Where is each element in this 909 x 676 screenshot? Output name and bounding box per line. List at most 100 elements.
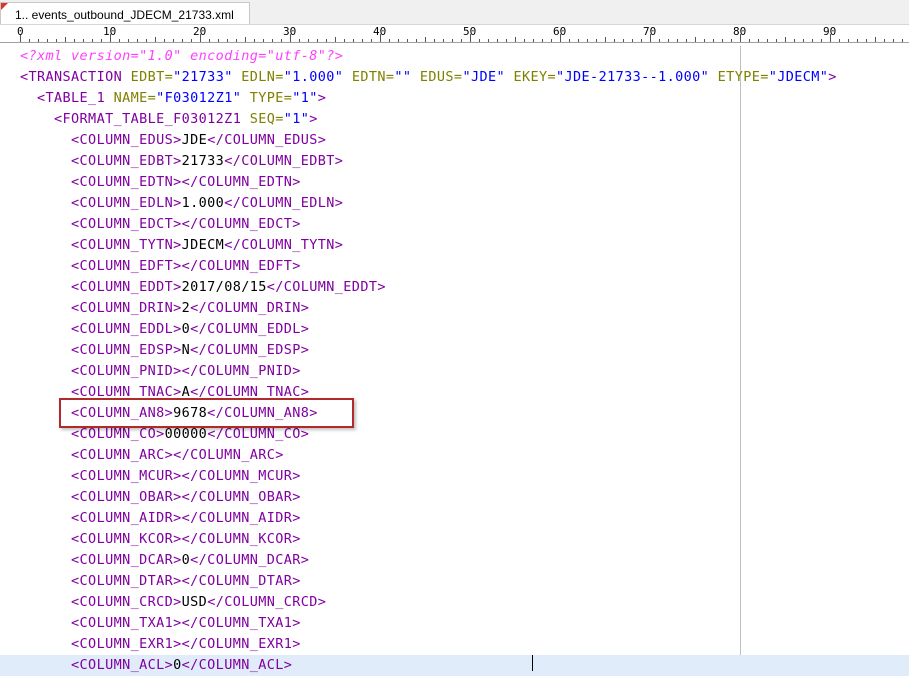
- code-line[interactable]: <COLUMN_CRCD>USD</COLUMN_CRCD>: [0, 592, 909, 613]
- ruler-label: 90: [823, 25, 837, 38]
- code-line[interactable]: <COLUMN_ARC></COLUMN_ARC>: [0, 445, 909, 466]
- column-ruler: 0 10 20 30 40 50 60 70 80 90: [0, 25, 909, 43]
- ruler-tick: [236, 39, 237, 42]
- ruler-tick: [569, 39, 570, 42]
- ruler-tick: [506, 39, 507, 42]
- code-line-text: <COLUMN_EDUS>JDE</COLUMN_EDUS>: [20, 130, 326, 151]
- ruler-tick: [218, 39, 219, 42]
- code-line-text: <COLUMN_EDBT>21733</COLUMN_EDBT>: [20, 151, 343, 172]
- code-line-text: <COLUMN_EDCT></COLUMN_EDCT>: [20, 214, 301, 235]
- ruler-tick: [677, 39, 678, 42]
- token-text: JDECM: [181, 237, 225, 253]
- ruler-tick: [749, 39, 750, 42]
- code-line[interactable]: <COLUMN_EDCT></COLUMN_EDCT>: [0, 214, 909, 235]
- code-line[interactable]: <COLUMN_EDSP>N</COLUMN_EDSP>: [0, 340, 909, 361]
- ruler-tick: [56, 39, 57, 42]
- token-tag: </COLUMN_EDDT>: [266, 279, 386, 295]
- ruler-tick: [893, 39, 894, 42]
- code-line-text: <COLUMN_ACL>0</COLUMN_ACL>: [20, 655, 292, 676]
- tab-bar: 1.. events_outbound_JDECM_21733.xml: [0, 0, 909, 25]
- ruler-tick: [515, 37, 516, 42]
- token-tag: <TABLE_1: [37, 90, 114, 106]
- ruler-tick: [605, 37, 606, 42]
- token-tag: </COLUMN_TYTN>: [224, 237, 344, 253]
- ruler-tick: [317, 39, 318, 42]
- code-line[interactable]: <?xml version="1.0" encoding="utf-8"?>: [0, 46, 909, 67]
- code-line[interactable]: <COLUMN_EDDL>0</COLUMN_EDDL>: [0, 319, 909, 340]
- code-line[interactable]: <COLUMN_DCAR>0</COLUMN_DCAR>: [0, 550, 909, 571]
- code-line[interactable]: <COLUMN_PNID></COLUMN_PNID>: [0, 361, 909, 382]
- code-line-text: <COLUMN_AIDR></COLUMN_AIDR>: [20, 508, 301, 529]
- code-line[interactable]: <COLUMN_TXA1></COLUMN_TXA1>: [0, 613, 909, 634]
- code-line[interactable]: <COLUMN_EDFT></COLUMN_EDFT>: [0, 256, 909, 277]
- ruler-tick: [461, 39, 462, 42]
- token-tag: <COLUMN_CRCD>: [71, 594, 182, 610]
- code-line[interactable]: <TABLE_1 NAME="F03012Z1" TYPE="1">: [0, 88, 909, 109]
- ruler-label: 70: [643, 25, 657, 38]
- token-tag: </COLUMN_EDDL>: [190, 321, 310, 337]
- ruler-tick: [758, 39, 759, 42]
- ruler-tick: [776, 39, 777, 42]
- token-text: 0: [181, 552, 191, 568]
- code-line[interactable]: <COLUMN_EDBT>21733</COLUMN_EDBT>: [0, 151, 909, 172]
- code-line-text: <COLUMN_EDLN>1.000</COLUMN_EDLN>: [20, 193, 343, 214]
- code-line[interactable]: <TRANSACTION EDBT="21733" EDLN="1.000" E…: [0, 67, 909, 88]
- code-line[interactable]: <COLUMN_KCOR></COLUMN_KCOR>: [0, 529, 909, 550]
- code-line[interactable]: <COLUMN_EDDT>2017/08/15</COLUMN_EDDT>: [0, 277, 909, 298]
- token-val: "1": [292, 90, 318, 106]
- code-line[interactable]: <COLUMN_EDTN></COLUMN_EDTN>: [0, 172, 909, 193]
- xml-editor[interactable]: <?xml version="1.0" encoding="utf-8"?> <T…: [0, 46, 909, 676]
- ruler-tick: [623, 39, 624, 42]
- code-line[interactable]: <COLUMN_AIDR></COLUMN_AIDR>: [0, 508, 909, 529]
- code-line[interactable]: <COLUMN_EDUS>JDE</COLUMN_EDUS>: [0, 130, 909, 151]
- code-line[interactable]: <COLUMN_DRIN>2</COLUMN_DRIN>: [0, 298, 909, 319]
- code-line-text: <COLUMN_ARC></COLUMN_ARC>: [20, 445, 284, 466]
- ruler-label: 30: [283, 25, 297, 38]
- code-line[interactable]: <COLUMN_TYTN>JDECM</COLUMN_TYTN>: [0, 235, 909, 256]
- code-line[interactable]: <COLUMN_MCUR></COLUMN_MCUR>: [0, 466, 909, 487]
- code-line[interactable]: <COLUMN_DTAR></COLUMN_DTAR>: [0, 571, 909, 592]
- ruler-tick: [254, 39, 255, 42]
- token-text: 21733: [181, 153, 225, 169]
- ruler-tick: [533, 39, 534, 42]
- code-line-text: <COLUMN_DTAR></COLUMN_DTAR>: [20, 571, 301, 592]
- token-attr: EDUS=: [411, 69, 463, 85]
- file-tab[interactable]: 1.. events_outbound_JDECM_21733.xml: [0, 2, 250, 24]
- code-line[interactable]: <FORMAT_TABLE_F03012Z1 SEQ="1">: [0, 109, 909, 130]
- token-val: "JDE": [462, 69, 505, 85]
- token-tag: <COLUMN_KCOR></COLUMN_KCOR>: [71, 531, 301, 547]
- ruler-tick: [164, 39, 165, 42]
- ruler-label: 10: [103, 25, 117, 38]
- ruler-label: 80: [733, 25, 747, 38]
- code-line-text: <COLUMN_EDFT></COLUMN_EDFT>: [20, 256, 301, 277]
- token-tag: <COLUMN_MCUR></COLUMN_MCUR>: [71, 468, 301, 484]
- ruler-tick: [299, 39, 300, 42]
- ruler-tick: [416, 39, 417, 42]
- ruler-tick: [272, 39, 273, 42]
- token-tag: </COLUMN_ACL>: [181, 657, 293, 673]
- token-val: "1": [283, 111, 310, 127]
- ruler-label: 20: [193, 25, 207, 38]
- code-line-text: <TRANSACTION EDBT="21733" EDLN="1.000" E…: [20, 67, 837, 88]
- token-text: 00000: [164, 426, 208, 442]
- code-line[interactable]: <COLUMN_EDLN>1.000</COLUMN_EDLN>: [0, 193, 909, 214]
- ruler-tick: [587, 39, 588, 42]
- token-tag: </COLUMN_CO>: [207, 426, 310, 442]
- code-line-text: <COLUMN_EXR1></COLUMN_EXR1>: [20, 634, 301, 655]
- code-line[interactable]: <COLUMN_ACL>0</COLUMN_ACL>: [0, 655, 909, 676]
- token-attr: ETYPE=: [709, 69, 769, 85]
- code-line[interactable]: <COLUMN_EXR1></COLUMN_EXR1>: [0, 634, 909, 655]
- token-tag: <COLUMN_DCAR>: [71, 552, 182, 568]
- code-line-text: <COLUMN_PNID></COLUMN_PNID>: [20, 361, 301, 382]
- code-line[interactable]: <COLUMN_OBAR></COLUMN_OBAR>: [0, 487, 909, 508]
- ruler-tick: [641, 39, 642, 42]
- ruler-tick: [155, 37, 156, 42]
- ruler-label: 60: [553, 25, 567, 38]
- token-tag: </COLUMN_EDBT>: [224, 153, 344, 169]
